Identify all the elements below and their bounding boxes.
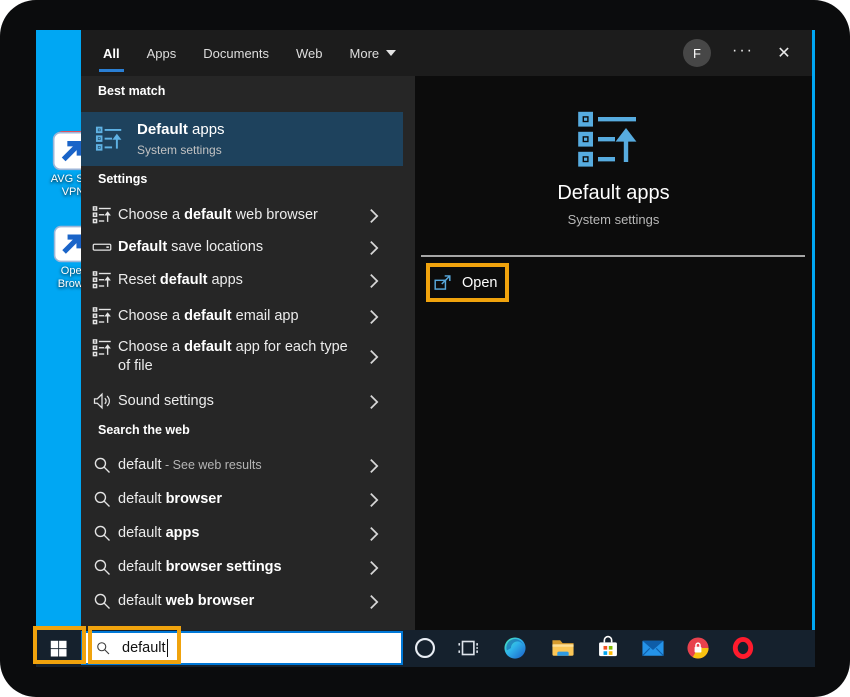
result-item[interactable]: Choose a default email app [81,299,403,333]
default-apps-icon [95,125,123,153]
section-header-settings: Settings [98,172,147,186]
search-icon [92,455,112,475]
tab-documents[interactable]: Documents [203,30,269,76]
search-filter-tabs: All Apps Documents Web More [103,30,396,76]
search-icon [92,591,112,611]
chevron-right-icon [369,526,379,542]
speaker-icon [92,391,112,411]
task-view-icon[interactable] [456,635,482,661]
default-apps-icon [576,108,640,172]
chevron-right-icon [369,458,379,474]
preview-subtitle: System settings [415,212,812,227]
close-icon[interactable]: ✕ [773,43,795,63]
best-match-header: Best match [98,84,165,98]
chevron-right-icon [369,240,379,256]
search-icon [92,523,112,543]
result-item[interactable]: default apps [81,516,403,550]
chevron-right-icon [369,394,379,410]
search-icon [95,640,111,656]
text-cursor [167,639,169,657]
result-item-label: Choose a default email app [118,299,299,333]
result-item[interactable]: default - See web results [81,448,403,482]
result-item[interactable]: Sound settings [81,384,403,418]
result-item[interactable]: Default save locations [81,230,403,264]
tab-label: More [350,46,380,61]
tab-label: Apps [147,46,177,61]
search-results-pane: Best match Default apps System settings … [81,76,415,630]
preview-pane: Default apps System settings Open [415,76,812,630]
mail-icon[interactable] [640,635,666,661]
result-item[interactable]: default browser [81,482,403,516]
tab-more[interactable]: More [350,30,397,76]
avg-secure-browser-icon[interactable] [685,635,711,661]
windows-logo-icon [49,639,68,658]
default-apps-icon [92,338,112,358]
store-icon[interactable] [595,635,621,661]
drive-icon [92,237,112,257]
avatar-letter: F [693,46,701,61]
tab-label: All [103,46,120,61]
result-item-label: default browser settings [118,550,282,584]
tab-label: Documents [203,46,269,61]
edge-icon[interactable] [502,635,528,661]
opera-icon[interactable] [730,635,756,661]
result-item[interactable]: Choose a default web browser [81,198,403,232]
divider [421,255,805,257]
open-action[interactable]: Open [426,263,509,302]
more-options-icon[interactable]: ··· [729,42,757,60]
chevron-right-icon [369,208,379,224]
file-explorer-icon[interactable] [550,635,576,661]
result-item-label: Choose a default web browser [118,198,318,232]
chevron-right-icon [369,349,379,365]
start-button[interactable] [36,630,81,667]
result-item[interactable]: Choose a default app for each type of fi… [81,331,403,383]
default-apps-icon [92,306,112,326]
tab-apps[interactable]: Apps [147,30,177,76]
chevron-right-icon [369,560,379,576]
tab-label: Web [296,46,323,61]
chevron-right-icon [369,492,379,508]
result-item-label: default browser [118,482,222,516]
search-tabs-bar: All Apps Documents Web More F ··· ✕ [81,30,812,76]
open-label: Open [462,275,497,291]
result-item-label: default apps [118,516,199,550]
annotated-screenshot: AVG SecVPNOperBrows AllAppsDocumentsWebM… [0,0,850,697]
result-item-label: default - See web results [118,448,262,482]
section-header-search-the-web: Search the web [98,423,190,437]
search-text: default [122,640,166,656]
tab-all[interactable]: All [103,30,120,76]
avatar[interactable]: F [683,39,711,67]
search-icon [92,557,112,577]
result-item-label: Reset default apps [118,263,243,297]
result-item[interactable]: default web browser [81,584,403,618]
chevron-right-icon [369,309,379,325]
tab-web[interactable]: Web [296,30,323,76]
chevron-right-icon [369,273,379,289]
result-item[interactable]: default browser settings [81,550,403,584]
best-match-result[interactable]: Default apps System settings [81,112,403,166]
taskbar-search-input[interactable]: default [81,631,403,665]
taskbar: default [36,630,815,667]
result-item[interactable]: Reset default apps [81,263,403,297]
chevron-right-icon [369,594,379,610]
search-icon [92,489,112,509]
cortana-icon[interactable] [412,635,438,661]
chevron-down-icon [386,50,396,56]
result-item-label: Sound settings [118,384,214,418]
search-flyout: All Apps Documents Web More F ··· ✕ Best mat… [81,30,812,630]
default-apps-icon [92,205,112,225]
result-item-label: Choose a default app for each type of fi… [118,338,360,376]
preview-title: Default apps [415,182,812,205]
best-match-subtitle: System settings [137,143,222,157]
best-match-title: Default apps [137,121,225,138]
screenshot-frame: AVG SecVPNOperBrows AllAppsDocumentsWebM… [0,0,850,697]
result-item-label: default web browser [118,584,254,618]
desktop: AVG SecVPNOperBrows AllAppsDocumentsWebM… [36,30,815,667]
default-apps-icon [92,270,112,290]
result-item-label: Default save locations [118,230,263,264]
open-external-icon [433,273,452,292]
